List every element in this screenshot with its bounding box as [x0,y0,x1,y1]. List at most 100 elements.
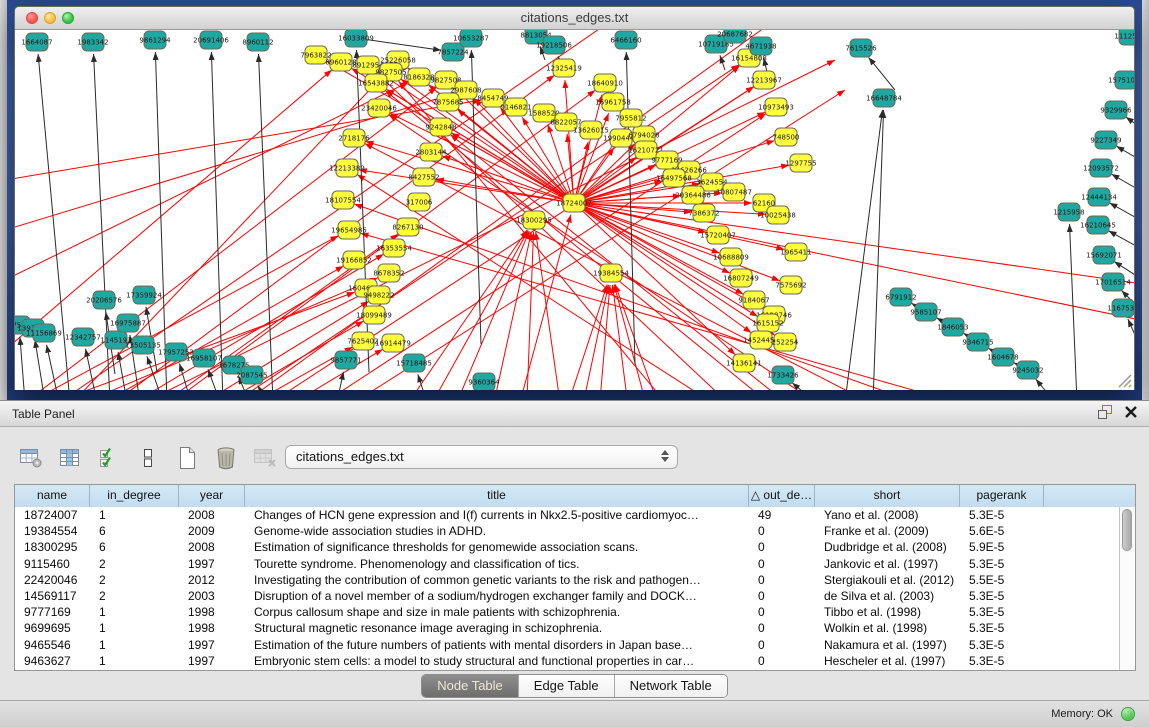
select-all-icon[interactable] [96,445,122,471]
table-row[interactable]: 946362711997Embryonic stem cells: a mode… [15,653,1120,669]
tab-node-table[interactable]: Node Table [422,675,519,697]
column-header-year[interactable]: year [179,485,245,507]
table-row[interactable]: 1872400712008Changes of HCN gene express… [15,507,1120,523]
network-node[interactable]: 1733426 [767,366,799,384]
network-node[interactable]: 12342757 [65,328,101,346]
network-node[interactable]: 7575692 [775,276,806,294]
table-selector-dropdown[interactable]: citations_edges.txt [285,445,678,469]
network-edge[interactable] [1128,319,1134,335]
scrollbar-thumb[interactable] [1122,509,1132,551]
vertical-scrollbar[interactable] [1119,507,1135,670]
network-edge[interactable] [359,170,574,203]
network-node[interactable]: 12444134 [1081,188,1117,206]
float-panel-icon[interactable] [1098,405,1113,419]
network-node[interactable]: 12093572 [1083,159,1119,177]
network-node[interactable]: 7615526 [845,39,877,57]
network-edge[interactable] [536,232,560,390]
network-edge[interactable] [565,80,574,203]
network-node[interactable]: 15751074 [1108,71,1134,89]
new-column-icon[interactable] [174,445,200,471]
table-row[interactable]: 969969511998Structural magnetic resonanc… [15,620,1120,636]
network-node[interactable]: 18099489 [356,306,392,324]
network-node[interactable]: 7955812 [615,109,646,127]
network-node[interactable]: 15720407 [700,226,736,244]
network-node[interactable]: 317006 [406,193,433,211]
network-node[interactable]: 8678352 [373,264,404,282]
table-row[interactable]: 1830029562008Estimation of significance … [15,539,1120,555]
network-edge[interactable] [179,363,191,390]
network-graph[interactable]: 1872400718300295193845547963822896012889… [15,30,1134,390]
network-edge[interactable] [20,337,25,390]
network-node[interactable]: 9184067 [738,291,769,309]
network-node[interactable]: 16807249 [723,269,759,287]
network-node[interactable]: 12213967 [746,71,782,89]
table-row[interactable]: 977716911998Corpus callosum shape and si… [15,604,1120,620]
network-node[interactable]: 1983342 [77,33,108,51]
network-node[interactable]: 8267130 [392,218,423,236]
tab-network-table[interactable]: Network Table [615,675,727,697]
network-node[interactable]: 7875685 [432,93,463,111]
network-edge[interactable] [30,236,338,390]
network-node[interactable]: 1965411 [780,243,811,261]
network-node[interactable]: 16648784 [866,89,902,107]
network-node[interactable]: 1297755 [785,154,816,172]
network-node[interactable]: 18640910 [587,74,623,92]
network-node[interactable]: 14136141 [726,354,762,372]
network-node[interactable]: 19166852 [336,251,372,269]
network-node[interactable]: 1215958 [1053,203,1084,221]
network-node[interactable]: 1664087 [21,33,52,51]
column-header-in_degree[interactable]: in_degree [90,485,179,507]
network-node[interactable]: 1846053 [937,318,968,336]
network-node[interactable]: 748500 [773,128,800,146]
network-edge[interactable] [574,203,1134,285]
network-node[interactable]: 9245032 [1012,361,1043,379]
close-panel-icon[interactable] [1125,406,1137,418]
network-edge[interactable] [873,110,884,390]
network-edge[interactable] [15,70,332,350]
table-row[interactable]: 946554611997Estimation of the future num… [15,637,1120,653]
network-node[interactable]: 9346715 [962,333,993,351]
network-node[interactable]: 16353554 [376,239,412,257]
network-node[interactable]: 20691406 [193,31,229,49]
network-node[interactable]: 18107554 [325,191,361,209]
network-node[interactable]: 19384554 [593,264,629,282]
tab-edge-table[interactable]: Edge Table [519,675,615,697]
network-node[interactable]: 9498222 [363,286,394,304]
column-header-out_de[interactable]: △ out_de… [749,485,815,507]
table-row[interactable]: 911546021997Tourette syndrome. Phenomeno… [15,556,1120,572]
column-header-pagerank[interactable]: pagerank [960,485,1044,507]
network-node[interactable]: 16210645 [1080,216,1116,234]
network-edge[interactable] [574,203,1134,322]
table-mode-icon[interactable] [18,445,44,471]
network-edge[interactable] [527,232,534,390]
network-node[interactable]: 6466160 [610,31,641,49]
network-node[interactable]: 9329966 [1100,101,1132,119]
row-selector-icon[interactable] [135,445,161,471]
network-node[interactable]: 9360364 [468,373,500,390]
network-node[interactable]: 8427552 [408,168,439,186]
network-node[interactable]: 9146821 [500,98,531,116]
network-node[interactable]: 1112504 [1114,30,1134,45]
network-edge[interactable] [615,284,655,390]
table-row[interactable]: 1938455462009Genome-wide association stu… [15,523,1120,539]
network-edge[interactable] [869,57,895,90]
network-node[interactable]: 1615152 [752,314,783,332]
resize-grip-icon[interactable] [1116,372,1132,388]
network-edge[interactable] [35,340,45,390]
network-node[interactable]: 18300295 [516,211,552,229]
table-row[interactable]: 2242004622012Investigating the contribut… [15,572,1120,588]
network-node[interactable]: 20206576 [86,291,122,309]
table-row[interactable]: 1456911722003Disruption of a novel membe… [15,588,1120,604]
network-edge[interactable] [208,369,220,390]
network-node[interactable]: 15692071 [1086,246,1122,264]
network-node[interactable]: 9585107 [910,303,941,321]
network-node[interactable]: 1604678 [987,348,1018,366]
network-edge[interactable] [15,100,481,180]
network-edge[interactable] [47,345,59,390]
network-node[interactable]: 4671938 [745,37,776,55]
network-node[interactable]: 7625402 [347,332,378,350]
column-header-title[interactable]: title [245,485,749,507]
network-canvas[interactable]: 1872400718300295193845547963822896012889… [15,30,1134,390]
delete-column-icon[interactable] [213,445,239,471]
network-edge[interactable] [1036,379,1055,390]
